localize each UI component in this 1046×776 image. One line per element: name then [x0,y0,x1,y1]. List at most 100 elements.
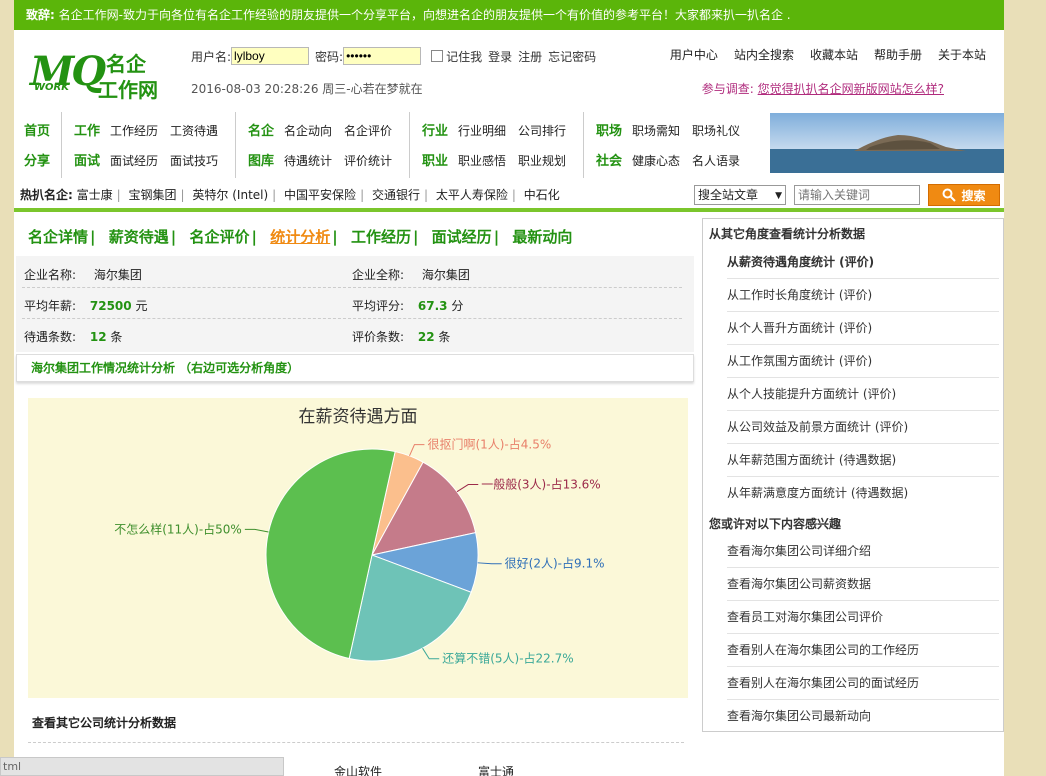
logo-cn2: 工作网 [98,78,158,102]
search-icon [942,188,957,202]
side-item-work-exp[interactable]: 查看别人在海尔集团公司的工作经历 [727,634,999,667]
login-link[interactable]: 登录 [488,48,512,65]
nav-eval-stats[interactable]: 评价统计 [344,154,392,168]
hot-item[interactable]: 交通银行 [372,188,420,202]
hot-item[interactable]: 中石化 [524,188,560,202]
side-item-prospects-stats[interactable]: 从公司效益及前景方面统计 (评价) [727,411,999,444]
topnav-user-center[interactable]: 用户中心 [670,46,718,63]
side-item-satisfaction-stats[interactable]: 从年薪满意度方面统计 (待遇数据) [727,477,999,510]
nav-workplace-needs[interactable]: 职场需知 [632,124,680,138]
search-scope-select[interactable]: 搜全站文章 [694,185,786,205]
pie-label: 不怎么样(11人)-占50% [114,521,242,536]
nav-society[interactable]: 社会 [596,154,622,169]
info-treat-unit: 条 [110,330,123,344]
site-logo[interactable]: MQ WORK 名企 工作网 [30,44,180,104]
side-item-salary-range-stats[interactable]: 从年薪范围方面统计 (待遇数据) [727,444,999,477]
nav-company-rank[interactable]: 公司排行 [518,124,566,138]
remember-checkbox[interactable] [431,50,444,62]
nav-work[interactable]: 工作 [74,124,100,139]
side-item-salary-data[interactable]: 查看海尔集团公司薪资数据 [727,568,999,601]
survey-link[interactable]: 您觉得扒扒名企网新版网站怎么样? [758,82,944,96]
side-item-promotion-stats[interactable]: 从个人晋升方面统计 (评价) [727,312,999,345]
other-company-link[interactable]: 金山软件 [334,765,382,776]
datetime: 2016-08-03 20:28:26 周三-心若在梦就在 [191,82,423,96]
side-item-interview-exp[interactable]: 查看别人在海尔集团公司的面试经历 [727,667,999,700]
side-item-employee-eval[interactable]: 查看员工对海尔集团公司评价 [727,601,999,634]
nav-health[interactable]: 健康心态 [632,154,680,168]
nav-group-home: 首页 分享 [14,112,62,178]
side-item-salary-stats[interactable]: 从薪资待遇角度统计 (评价) [727,246,999,279]
browser-status-bar: tml [0,757,284,776]
greeting-label: 致辞: [26,8,55,22]
info-full-value: 海尔集团 [421,268,470,282]
side-item-hours-stats[interactable]: 从工作时长角度统计 (评价) [727,279,999,312]
hot-item[interactable]: 宝钢集团 [129,188,177,202]
other-company-link[interactable]: 富士通 [478,765,514,776]
side-item-latest-news[interactable]: 查看海尔集团公司最新动向 [727,700,999,733]
tab-salary[interactable]: 薪资待遇 [109,228,169,246]
nav-company-eval[interactable]: 名企评价 [344,124,392,138]
search-button[interactable]: 搜索 [928,184,1000,206]
info-row: 待遇条数: 12 条 评价条数: 22 条 [22,320,682,350]
pie-leader-line [456,484,479,493]
hot-item[interactable]: 太平人寿保险 [436,188,508,202]
hot-label: 热扒名企: [20,188,73,202]
side-item-atmosphere-stats[interactable]: 从工作氛围方面统计 (评价) [727,345,999,378]
nav-treat-stats[interactable]: 待遇统计 [284,154,332,168]
nav-interview-tips[interactable]: 面试技巧 [170,154,218,168]
pie-leader-line [477,562,502,565]
tab-work-exp[interactable]: 工作经历 [351,228,411,246]
username-input[interactable] [231,47,310,65]
side-heading-angles: 从其它角度查看统计分析数据 [709,227,866,241]
topnav-bookmark[interactable]: 收藏本站 [810,46,858,63]
tab-company-detail[interactable]: 名企详情 [28,228,88,246]
hot-companies: 热扒名企: 富士康 | 宝钢集团 | 英特尔 (Intel) | 中国平安保险 | 交通… [20,188,560,202]
topnav-about[interactable]: 关于本站 [938,46,986,63]
nav-interview[interactable]: 面试 [74,154,100,169]
nav-company-news[interactable]: 名企动向 [284,124,332,138]
register-link[interactable]: 注册 [518,48,542,65]
tab-interview-exp[interactable]: 面试经历 [432,228,492,246]
nav-career[interactable]: 职业 [422,154,448,169]
hot-item[interactable]: 中国平安保险 [284,188,356,202]
password-input[interactable] [343,47,422,65]
nav-workplace[interactable]: 职场 [596,124,622,139]
company-info: 企业名称: 海尔集团 企业全称: 海尔集团 平均年薪: 72500 元 平均评分… [16,256,694,352]
nav-career-insight[interactable]: 职业感悟 [458,154,506,168]
survey: 参与调查: 您觉得扒扒名企网新版网站怎么样? [702,80,944,97]
nav-company[interactable]: 名企 [248,124,274,139]
nav-career-plan[interactable]: 职业规划 [518,154,566,168]
hot-item[interactable]: 富士康 [77,188,113,202]
topnav-site-search[interactable]: 站内全搜索 [734,46,794,63]
topnav-help[interactable]: 帮助手册 [874,46,922,63]
tab-stats-analysis[interactable]: 统计分析 [270,228,330,246]
info-treat-value: 12 [89,330,107,344]
nav-interview-exp[interactable]: 面试经历 [110,154,158,168]
banner-image[interactable] [770,113,1004,173]
nav-gallery[interactable]: 图库 [248,154,274,169]
survey-label: 参与调查: [701,82,754,96]
pie-label: 还算不错(5人)-占22.7% [442,651,573,666]
nav-group-company: 名企 名企动向 名企评价 图库 待遇统计 评价统计 [236,112,410,178]
nav-home[interactable]: 首页 [24,124,50,139]
info-name-label: 企业名称: [24,268,77,282]
forgot-password-link[interactable]: 忘记密码 [548,48,596,65]
nav-quotes[interactable]: 名人语录 [692,154,740,168]
nav-industry[interactable]: 行业 [422,124,448,139]
side-item-company-intro[interactable]: 查看海尔集团公司详细介绍 [727,535,999,568]
stats-subtitle: 海尔集团工作情况统计分析 （右边可选分析角度） [16,354,694,382]
pie-chart-panel: 在薪资待遇方面 很抠门啊(1人)-占4.5% 一般般(3人)-占13.6% 很好(2… [28,398,688,698]
info-eval-value: 22 [417,330,435,344]
nav-industry-detail[interactable]: 行业明细 [458,124,506,138]
nav-salary[interactable]: 工资待遇 [170,124,218,138]
nav-share[interactable]: 分享 [24,154,50,169]
side-item-skills-stats[interactable]: 从个人技能提升方面统计 (评价) [727,378,999,411]
info-salary-value: 72500 [89,299,132,313]
nav-workplace-etiquette[interactable]: 职场礼仪 [692,124,740,138]
nav-work-exp[interactable]: 工作经历 [110,124,158,138]
tab-latest-news[interactable]: 最新动向 [512,228,572,246]
bottom-divider [28,742,684,743]
tab-company-eval[interactable]: 名企评价 [189,228,249,246]
search-input[interactable] [794,185,920,205]
hot-item[interactable]: 英特尔 (Intel) [192,188,268,202]
